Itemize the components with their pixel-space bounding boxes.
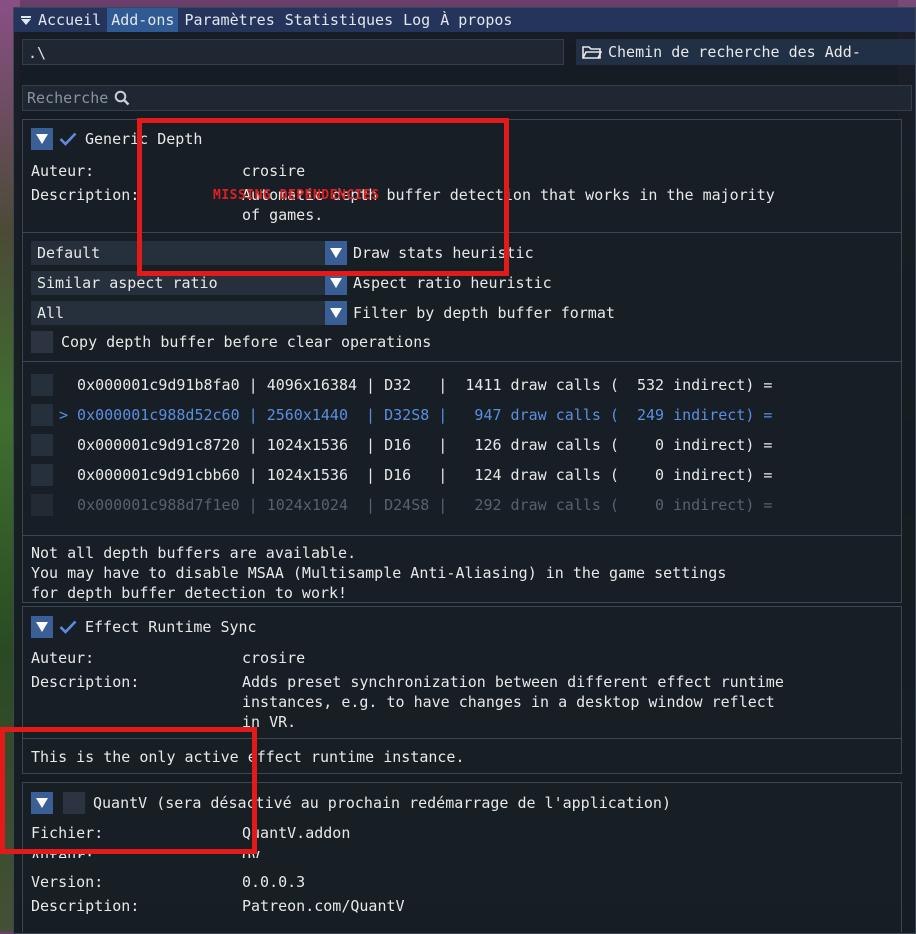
tab-add-ons[interactable]: Add-ons <box>107 8 179 32</box>
depth-buffer-list: 0x000001c9d91b8fa0 | 4096x16384 | D32 | … <box>23 367 901 529</box>
author-label: Auteur: <box>31 649 95 667</box>
depth-notice-line-3: for depth buffer detection to work! <box>31 584 348 602</box>
depth-buffer-row-disabled: 0x000001c988d7f1e0 | 1024x1024 | D24S8 |… <box>23 492 901 518</box>
search-icon <box>114 90 130 106</box>
tab-accueil[interactable]: Accueil <box>34 8 105 32</box>
annotation-highlight-box <box>0 727 257 854</box>
depth-buffer-row[interactable]: 0x000001c9d91cbb60 | 1024x1536 | D16 | 1… <box>23 462 901 488</box>
checkmark-icon <box>59 620 77 634</box>
depth-notice-line-2: You may have to disable MSAA (Multisampl… <box>31 564 727 582</box>
buffer-checkbox[interactable] <box>31 404 53 426</box>
separator <box>23 535 901 536</box>
depth-notice-line-1: Not all depth buffers are available. <box>31 544 357 562</box>
search-placeholder: Recherche <box>27 89 109 107</box>
addon-search-path-button[interactable]: Chemin de recherche des Add- <box>576 39 915 65</box>
file-value: QuantV.addon <box>242 824 351 842</box>
description-line-1: Adds preset synchronization between diff… <box>242 673 784 691</box>
separator <box>23 361 901 362</box>
buffer-checkbox[interactable] <box>31 374 53 396</box>
author-value: crosire <box>242 649 306 667</box>
expand-chevron-icon[interactable] <box>31 616 53 638</box>
depth-buffer-row[interactable]: 0x000001c9d91c8720 | 1024x1536 | D16 | 1… <box>23 432 901 458</box>
addon-search-path-label: Chemin de recherche des Add- <box>608 43 861 61</box>
annotation-highlight-box <box>137 118 509 276</box>
version-label: Version: <box>31 873 104 891</box>
depth-buffer-row[interactable]: 0x000001c9d91b8fa0 | 4096x16384 | D32 | … <box>23 372 901 398</box>
addon-title: Effect Runtime Sync <box>85 618 257 636</box>
description-value: Patreon.com/QuantV <box>242 897 405 915</box>
menu-bar: Accueil Add-ons Paramètres Statistiques … <box>14 8 915 32</box>
description-label: Description: <box>31 897 140 915</box>
depth-format-filter-label: Filter by depth buffer format <box>353 304 615 322</box>
checkmark-icon <box>59 132 77 146</box>
search-input[interactable]: Recherche <box>22 85 912 111</box>
tab-a-propos[interactable]: À propos <box>436 8 516 32</box>
collapse-triangle-icon[interactable] <box>18 8 34 32</box>
description-line-2: instances, e.g. to have changes in a des… <box>242 693 775 711</box>
buffer-checkbox[interactable] <box>31 434 53 456</box>
addon-path-input[interactable]: .\ <box>22 39 564 65</box>
description-label: Description: <box>31 673 140 691</box>
enabled-checkbox[interactable] <box>57 128 79 150</box>
depth-buffer-row-selected[interactable]: > 0x000001c988d52c60 | 2560x1440 | D32S8… <box>23 402 901 428</box>
copy-before-clear-checkbox[interactable] <box>31 331 53 353</box>
buffer-checkbox <box>31 494 53 516</box>
author-label: Auteur: <box>31 162 95 180</box>
version-value: 0.0.0.3 <box>242 873 306 891</box>
description-label: Description: <box>31 186 140 204</box>
buffer-checkbox[interactable] <box>31 464 53 486</box>
addon-path-row: .\ Chemin de recherche des Add- <box>22 39 915 65</box>
copy-before-clear-label: Copy depth buffer before clear operation… <box>61 333 432 351</box>
tab-statistiques[interactable]: Statistiques <box>281 8 397 32</box>
folder-icon <box>582 45 602 59</box>
enabled-checkbox[interactable] <box>57 616 79 638</box>
tab-log[interactable]: Log <box>399 8 434 32</box>
expand-chevron-icon[interactable] <box>31 128 53 150</box>
dropdown-arrow-icon[interactable] <box>325 301 347 325</box>
depth-format-filter-select[interactable]: All <box>31 301 325 325</box>
tab-parametres[interactable]: Paramètres <box>180 8 278 32</box>
